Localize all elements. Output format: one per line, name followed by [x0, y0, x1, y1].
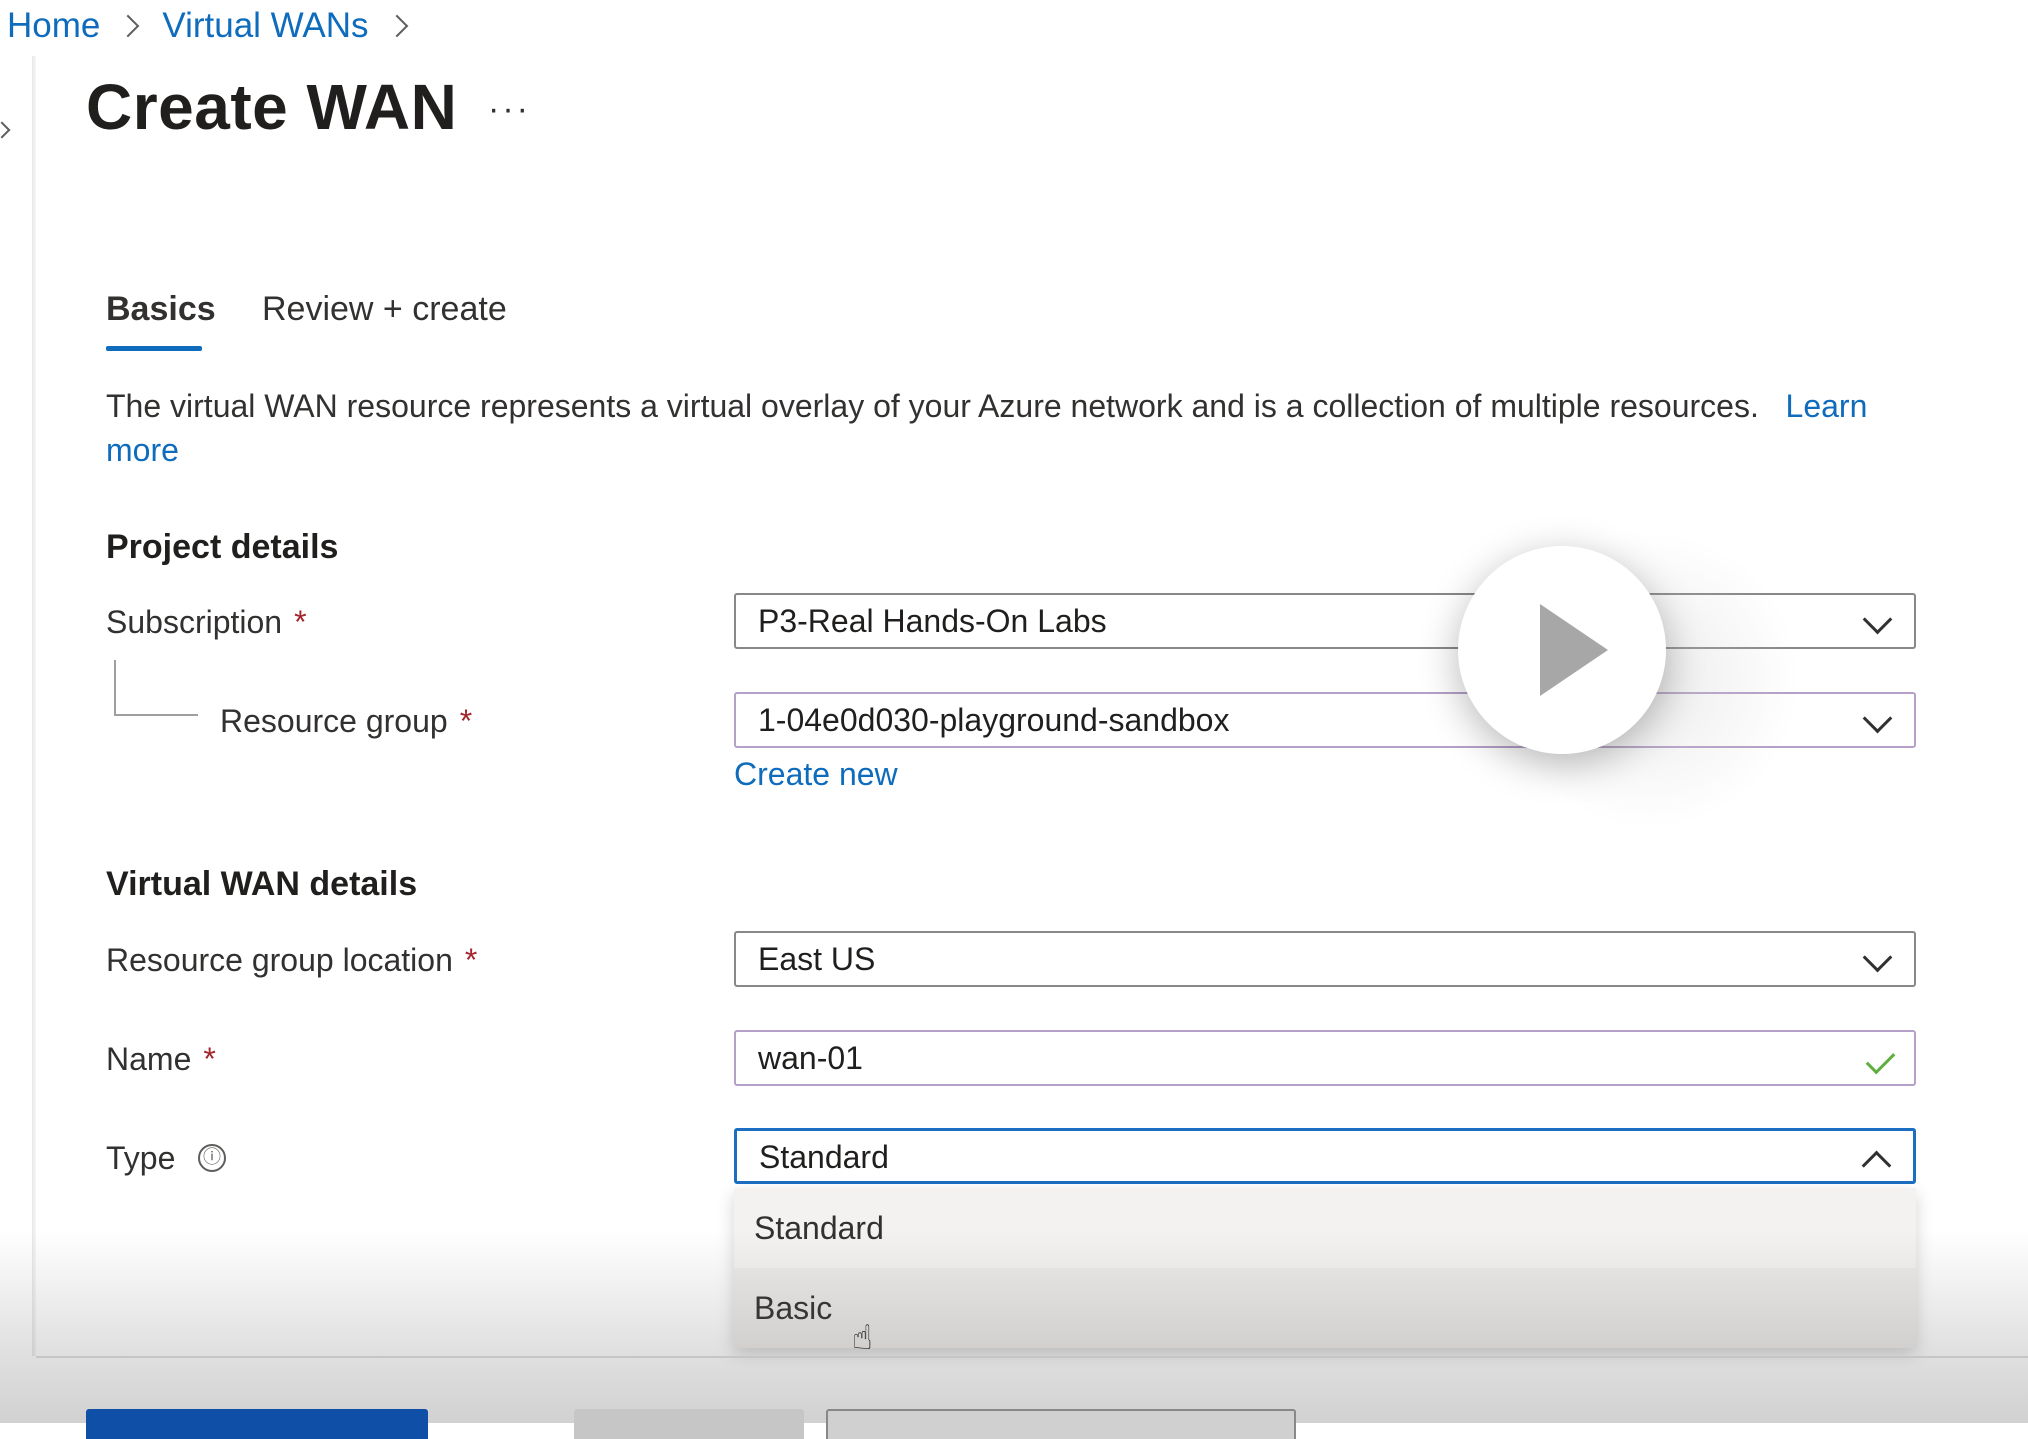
type-option-standard[interactable]: Standard: [734, 1188, 1916, 1268]
location-value: East US: [758, 941, 876, 977]
required-marker: *: [464, 942, 478, 978]
location-label: Resource group location *: [106, 942, 477, 979]
active-tab-indicator: [106, 346, 202, 351]
name-input[interactable]: wan-01: [734, 1030, 1916, 1086]
location-label-text: Resource group location: [106, 942, 453, 978]
more-options-icon[interactable]: ···: [488, 90, 531, 129]
play-button[interactable]: [1458, 546, 1666, 754]
chevron-down-icon: [1862, 942, 1893, 973]
info-icon[interactable]: ⓘ: [198, 1144, 226, 1172]
footer-divider: [36, 1356, 2028, 1358]
page-description: The virtual WAN resource represents a vi…: [106, 384, 1936, 472]
virtual-wan-details-heading: Virtual WAN details: [106, 865, 418, 903]
subscription-label: Subscription *: [106, 604, 307, 641]
breadcrumb: Home Virtual WANs: [7, 6, 431, 46]
tab-basics[interactable]: Basics: [106, 290, 216, 329]
chevron-down-icon: [1862, 703, 1893, 734]
chevron-right-icon: [385, 14, 408, 38]
hand-pointer-cursor-icon: ☝: [852, 1319, 873, 1357]
resource-group-label-text: Resource group: [220, 703, 448, 739]
description-text: The virtual WAN resource represents a vi…: [106, 388, 1759, 424]
review-create-button[interactable]: [86, 1409, 428, 1439]
project-details-heading: Project details: [106, 528, 339, 566]
resource-group-value: 1-04e0d030-playground-sandbox: [758, 702, 1230, 738]
location-dropdown[interactable]: East US: [734, 931, 1916, 987]
type-dropdown-list: Standard Basic: [734, 1188, 1916, 1348]
name-value: wan-01: [758, 1040, 863, 1076]
next-button[interactable]: [826, 1409, 1296, 1439]
checkmark-icon: [1865, 1044, 1896, 1075]
type-label: Type: [106, 1140, 176, 1176]
create-new-resource-group-link[interactable]: Create new: [734, 756, 898, 793]
type-value: Standard: [759, 1139, 889, 1175]
required-marker: *: [459, 703, 473, 739]
required-marker: *: [294, 604, 307, 640]
tab-review-create[interactable]: Review + create: [262, 290, 507, 329]
chevron-right-icon: [117, 14, 140, 38]
left-rail-divider: [32, 56, 36, 1356]
chevron-down-icon: [1862, 604, 1893, 635]
expand-sidebar-chevron-icon[interactable]: [0, 121, 11, 139]
required-marker: *: [203, 1041, 216, 1077]
previous-button[interactable]: [574, 1409, 804, 1439]
tree-connector: [114, 660, 198, 716]
subscription-value: P3-Real Hands-On Labs: [758, 603, 1107, 639]
resource-group-label: Resource group *: [220, 703, 472, 740]
name-label: Name *: [106, 1041, 216, 1078]
breadcrumb-home-link[interactable]: Home: [7, 6, 100, 46]
play-icon: [1540, 604, 1608, 696]
page-title: Create WAN: [86, 71, 458, 143]
name-label-text: Name: [106, 1041, 192, 1077]
chevron-up-icon: [1861, 1150, 1892, 1181]
subscription-label-text: Subscription: [106, 604, 283, 640]
type-option-basic[interactable]: Basic: [734, 1268, 1916, 1348]
breadcrumb-virtual-wans-link[interactable]: Virtual WANs: [162, 6, 368, 46]
type-dropdown[interactable]: Standard: [734, 1128, 1916, 1184]
